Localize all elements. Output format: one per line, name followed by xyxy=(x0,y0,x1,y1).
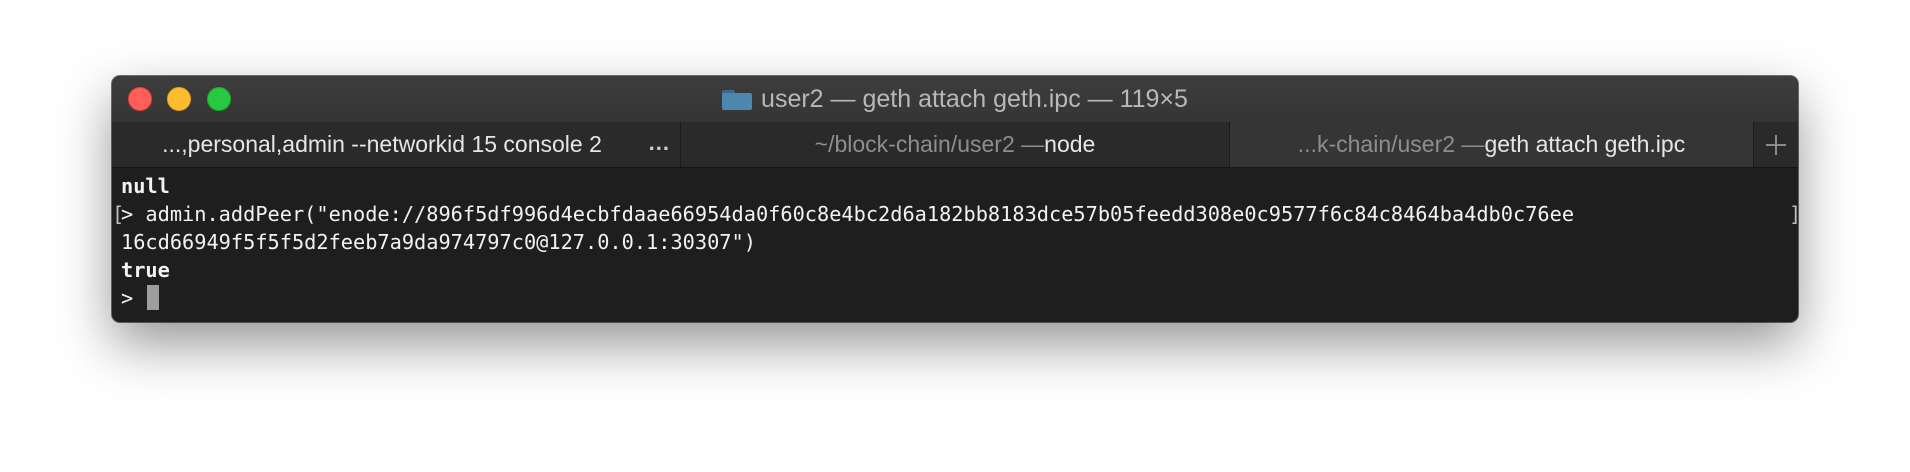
tab-node[interactable]: ~/block-chain/user2 — node xyxy=(681,122,1230,167)
console-output[interactable]: null [ > admin.addPeer("enode://896f5df9… xyxy=(112,168,1798,322)
window-title: user2 — geth attach geth.ipc — 119×5 xyxy=(761,84,1188,113)
tab-label-process: geth attach geth.ipc xyxy=(1484,131,1686,157)
console-line: 16cd66949f5f5f5d2feeb7a9da974797c0@127.0… xyxy=(121,230,756,254)
console-prompt-line[interactable]: > xyxy=(121,284,160,312)
plus-icon xyxy=(1766,134,1786,155)
new-tab-button[interactable] xyxy=(1754,122,1798,167)
title-bar[interactable]: user2 — geth attach geth.ipc — 119×5 xyxy=(112,76,1798,123)
tab-geth-attach[interactable]: ...k-chain/user2 — geth attach geth.ipc xyxy=(1230,122,1754,167)
folder-icon xyxy=(722,88,753,110)
text-cursor xyxy=(147,285,160,310)
line-wrap-bracket-right: ] xyxy=(1789,200,1798,228)
tab-label-process: node xyxy=(1044,131,1096,157)
more-icon: ... xyxy=(648,130,670,155)
console-prompt: > xyxy=(121,286,146,310)
tab-label-path: ~/block-chain/user2 — xyxy=(814,131,1045,157)
tab-bar: ...,personal,admin --networkid 15 consol… xyxy=(112,122,1798,168)
console-line: true xyxy=(121,258,170,282)
terminal-window: user2 — geth attach geth.ipc — 119×5 ...… xyxy=(112,76,1798,322)
console-line: > admin.addPeer("enode://896f5df996d4ecb… xyxy=(121,202,1575,226)
tab-label-path: ...k-chain/user2 — xyxy=(1297,131,1485,157)
tab-geth-console[interactable]: ...,personal,admin --networkid 15 consol… xyxy=(112,122,681,167)
tab-label: ...,personal,admin --networkid 15 consol… xyxy=(162,131,602,157)
window-title-area: user2 — geth attach geth.ipc — 119×5 xyxy=(112,76,1798,122)
console-line: null xyxy=(121,174,170,198)
